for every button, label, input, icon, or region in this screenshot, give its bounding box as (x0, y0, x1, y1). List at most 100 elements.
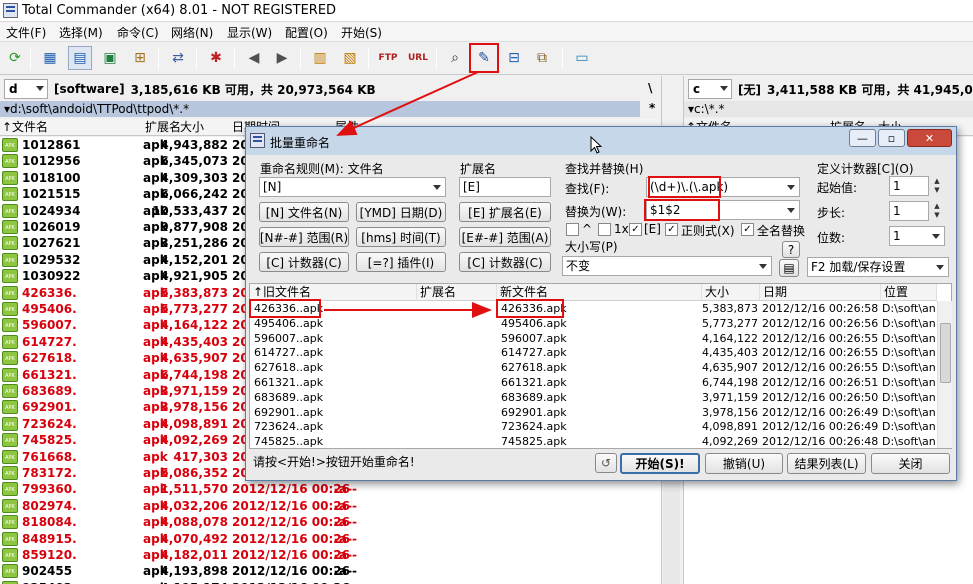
digits-select[interactable]: 1 (889, 226, 945, 246)
name-range-button[interactable]: [N#-#] 范围(R) (259, 227, 349, 247)
list-view-icon[interactable]: ▤ (779, 259, 799, 277)
rename-mask-field[interactable]: [N] (259, 177, 446, 197)
unpack-icon[interactable]: ▧ (338, 46, 362, 70)
case-select[interactable]: 不变 (562, 256, 772, 276)
menu-select[interactable]: 选择(M) (59, 24, 103, 41)
result-list-button[interactable]: 结果列表(L) (787, 453, 866, 474)
close-icon[interactable]: ✕ (907, 129, 952, 147)
list-col-date[interactable]: 日期 (760, 284, 881, 301)
name-placeholder-button[interactable]: [N] 文件名(N) (259, 202, 349, 222)
help-button[interactable]: ? (782, 241, 800, 258)
invert-selection-icon[interactable]: ⇄ (166, 46, 190, 70)
start-button[interactable]: 开始(S)! (620, 453, 700, 474)
file-size: 5,383,873 (160, 285, 228, 300)
refresh-icon[interactable]: ⟳ (3, 46, 27, 70)
col-name[interactable]: ↑文件名 (2, 119, 48, 135)
undo-icon[interactable]: ↺ (595, 453, 617, 473)
right-drive-select[interactable]: c (688, 79, 732, 99)
ftp-icon[interactable]: FTP (376, 46, 400, 70)
regex-checkbox[interactable]: ✓ (665, 223, 678, 236)
list-col-size[interactable]: 大小 (702, 284, 760, 301)
once-checkbox[interactable] (598, 223, 611, 236)
search-icon[interactable]: ⌕ (443, 46, 467, 70)
plugin-placeholder-button[interactable]: [=?] 插件(I) (356, 252, 446, 272)
date-placeholder-button[interactable]: [YMD] 日期(D) (356, 202, 446, 222)
step-field[interactable]: 1 (889, 201, 929, 221)
ext-range-button[interactable]: [E#-#] 范围(A) (459, 227, 551, 247)
ext-placeholder-button[interactable]: [E] 扩展名(E) (459, 202, 551, 222)
file-row[interactable]: APK 802974. apk 4,032,206 2012/12/16 00:26 -a… (0, 498, 661, 515)
file-row[interactable]: APK925402apk4,195,1742012/12/16 00:26-a-… (0, 580, 661, 584)
sync-dirs-icon[interactable]: ⊟ (502, 46, 526, 70)
preview-row[interactable]: 683689..apk 683689.apk 3,971,159 2012/12/16… (250, 390, 936, 405)
rename-preview-list[interactable]: ↑旧文件名 扩展名 新文件名 大小 日期 位置 426336..apk 42633… (249, 283, 952, 449)
back-icon[interactable]: ◀ (242, 46, 266, 70)
left-drive-select[interactable]: d (4, 79, 48, 99)
multi-rename-dialog: 批量重命名 — ▫ ✕ 重命名规则(M): 文件名 [N] [N] 文件名(N)… (245, 126, 957, 481)
col-ext[interactable]: 扩展名 (145, 119, 181, 135)
file-row[interactable]: APK 859120. apk 4,182,011 2012/12/16 00:26 -a… (0, 547, 661, 564)
notepad-icon[interactable]: ▭ (570, 46, 594, 70)
list-col-ext[interactable]: 扩展名 (417, 284, 497, 301)
minimize-icon[interactable]: — (849, 129, 876, 147)
ext-mask-field[interactable]: [E] (459, 177, 551, 197)
compare-icon[interactable]: ⧉ (530, 46, 554, 70)
menu-network[interactable]: 网络(N) (171, 24, 213, 41)
tree-view-icon[interactable]: ⊞ (128, 46, 152, 70)
start-value-spinner[interactable]: ▲ ▼ (931, 177, 943, 197)
close-button[interactable]: 关闭 (871, 453, 950, 474)
file-row[interactable]: APK 902455 apk 4,193,898 2012/12/16 00:26 -a-… (0, 563, 661, 580)
maximize-icon[interactable]: ▫ (878, 129, 905, 147)
right-drive-bar: c [无] 3,411,588 KB 可用，共 41,945,084 (688, 78, 973, 100)
fullname-checkbox[interactable]: ✓ (741, 223, 754, 236)
preview-row[interactable]: 745825..apk 745825.apk 4,092,269 2012/12/16… (250, 434, 936, 448)
full-view-icon[interactable]: ▤ (68, 46, 92, 70)
menu-file[interactable]: 文件(F) (6, 24, 46, 41)
left-root-button[interactable]: \ (648, 81, 652, 95)
file-size: 4,098,891 (160, 416, 228, 431)
preview-row[interactable]: 692901..apk 692901.apk 3,978,156 2012/12/16… (250, 405, 936, 420)
left-filter-star[interactable]: * (649, 101, 655, 115)
preview-path: D:\soft\and (882, 420, 936, 434)
menu-config[interactable]: 配置(O) (285, 24, 328, 41)
select-all-icon[interactable]: ✱ (204, 46, 228, 70)
undo-button[interactable]: 撤销(U) (705, 453, 783, 474)
list-scrollbar-thumb[interactable] (940, 323, 951, 383)
forward-icon[interactable]: ▶ (270, 46, 294, 70)
time-placeholder-button[interactable]: [hms] 时间(T) (356, 227, 446, 247)
menu-start[interactable]: 开始(S) (341, 24, 382, 41)
ext-counter-button[interactable]: [C] 计数器(C) (459, 252, 551, 272)
apk-file-icon: APK (2, 449, 18, 464)
url-icon[interactable]: URL (406, 46, 430, 70)
thumbnail-view-icon[interactable]: ▣ (98, 46, 122, 70)
preview-row[interactable]: 614727..apk 614727.apk 4,435,403 2012/12/16… (250, 345, 936, 360)
list-scrollbar[interactable] (937, 301, 952, 448)
step-spinner[interactable]: ▲ ▼ (931, 202, 943, 222)
list-col-path[interactable]: 位置 (881, 284, 937, 301)
file-size: 4,193,898 (160, 564, 228, 579)
preview-date: 2012/12/16 00:26:49 (762, 420, 879, 434)
preview-row[interactable]: 596007..apk 596007.apk 4,164,122 2012/12/16… (250, 331, 936, 346)
preview-row[interactable]: 723624..apk 723624.apk 4,098,891 2012/12/16… (250, 419, 936, 434)
preview-row[interactable]: 426336..apk 426336.apk 5,383,873 2012/12/16… (250, 301, 936, 316)
counter-placeholder-button[interactable]: [C] 计数器(C) (259, 252, 349, 272)
load-save-settings-select[interactable]: F2 加载/保存设置 (807, 257, 949, 277)
menu-show[interactable]: 显示(W) (227, 24, 272, 41)
menu-commands[interactable]: 命令(C) (117, 24, 159, 41)
preview-row[interactable]: 627618..apk 627618.apk 4,635,907 2012/12/16… (250, 360, 936, 375)
col-size[interactable]: 大小 (180, 119, 204, 135)
file-row[interactable]: APK 848915. apk 4,070,492 2012/12/16 00:26 -a… (0, 531, 661, 548)
file-name: 1021515 (22, 187, 81, 202)
file-row[interactable]: APK 818084. apk 4,088,078 2012/12/16 00:26 -a… (0, 514, 661, 531)
caret-checkbox[interactable] (566, 223, 579, 236)
pack-icon[interactable]: ▥ (308, 46, 332, 70)
ext-checkbox[interactable]: ✓ (629, 223, 642, 236)
start-value-field[interactable]: 1 (889, 176, 929, 196)
left-path-bar: ▾d:\soft\andoid\TTPod\ttpod\*.* (0, 101, 640, 117)
brief-view-icon[interactable]: ▦ (38, 46, 62, 70)
preview-row[interactable]: 661321..apk 661321.apk 6,744,198 2012/12/16… (250, 375, 936, 390)
file-name: 1018100 (22, 170, 81, 185)
file-row[interactable]: APK 799360. apk 1,511,570 2012/12/16 00:26 -a… (0, 481, 661, 498)
apk-file-icon: APK (2, 482, 18, 497)
preview-row[interactable]: 495406..apk 495406.apk 5,773,277 2012/12/16… (250, 316, 936, 331)
